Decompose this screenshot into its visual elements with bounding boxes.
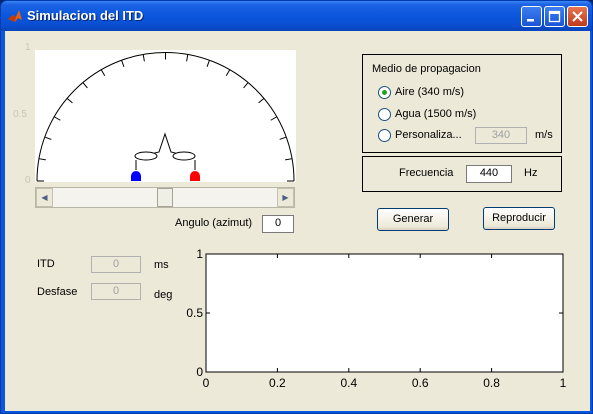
itd-label: ITD: [37, 258, 55, 270]
angle-label: Angulo (azimut): [175, 217, 253, 229]
y-tick-label: 1: [196, 247, 203, 261]
reproducir-button[interactable]: Reproducir: [483, 207, 555, 230]
desfase-label: Desfase: [37, 286, 78, 298]
frequency-input[interactable]: 440: [466, 165, 512, 183]
x-tick-label: 0.8: [483, 376, 500, 390]
custom-speed-input[interactable]: 340: [475, 127, 527, 144]
right-ear-marker: [190, 171, 200, 181]
radio-selected-dot: [382, 90, 387, 95]
radio-aire[interactable]: [378, 86, 391, 99]
radio-personaliza[interactable]: [378, 129, 391, 142]
y-tick-label: 0.5: [186, 306, 203, 320]
desfase-unit: deg: [154, 289, 173, 301]
matlab-icon: [8, 10, 22, 22]
close-button[interactable]: [567, 6, 588, 27]
desfase-output: 0: [91, 283, 141, 300]
plot-area: [205, 253, 564, 373]
close-icon: [572, 11, 583, 22]
slider-left-arrow[interactable]: ◀: [36, 188, 53, 207]
minimize-icon: [527, 19, 534, 22]
frequency-unit: Hz: [524, 167, 538, 179]
radio-agua[interactable]: [378, 108, 391, 121]
generar-button[interactable]: Generar: [377, 208, 449, 231]
y-tick-label: 0: [196, 365, 203, 379]
slider-right-arrow[interactable]: ▶: [277, 188, 294, 207]
radio-personaliza-label[interactable]: Personaliza...: [395, 129, 462, 141]
title-bar[interactable]: Simulacion del ITD: [1, 1, 592, 31]
custom-speed-unit: m/s: [535, 129, 553, 141]
top-axis-tick-label: 0.5: [13, 109, 27, 120]
x-tick-label: 1: [560, 376, 567, 390]
radio-agua-label[interactable]: Agua (1500 m/s): [395, 108, 476, 120]
top-axis-tick-label: 1: [25, 42, 31, 53]
angle-input[interactable]: 0: [262, 215, 294, 233]
head-ear-right: [172, 151, 196, 161]
window: Simulacion del ITD 1 0.5 0 ◀ ▶ Angulo (a…: [0, 0, 593, 414]
medium-panel-title: Medio de propagacion: [372, 63, 481, 75]
head-ear-left: [134, 151, 158, 161]
maximize-icon: [548, 10, 561, 23]
slider-thumb[interactable]: [157, 188, 173, 207]
frequency-label: Frecuencia: [399, 167, 454, 179]
left-ear-marker: [131, 171, 141, 181]
signal-plot-axes: 0 0.2 0.4 0.6 0.8 1 0 0.5 1: [186, 247, 567, 390]
azimuth-slider[interactable]: ◀ ▶: [35, 187, 295, 208]
maximize-button[interactable]: [544, 6, 565, 27]
x-tick-label: 0.6: [412, 376, 429, 390]
azimuth-head-axes: [35, 50, 296, 182]
x-tick-label: 0.2: [269, 376, 286, 390]
top-axis-tick-label: 0: [25, 175, 31, 186]
itd-output: 0: [91, 256, 141, 273]
radio-aire-label[interactable]: Aire (340 m/s): [395, 86, 464, 98]
minimize-button[interactable]: [521, 6, 542, 27]
itd-unit: ms: [154, 259, 169, 271]
x-tick-label: 0.4: [340, 376, 357, 390]
x-tick-label: 0: [203, 376, 210, 390]
window-title: Simulacion del ITD: [27, 8, 144, 23]
